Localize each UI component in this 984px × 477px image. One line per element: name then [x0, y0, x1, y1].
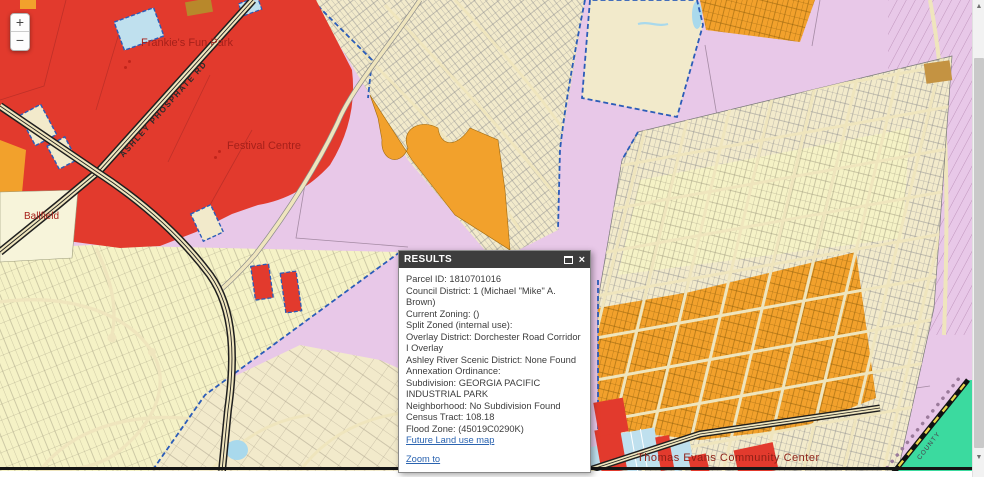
future-land-use-link[interactable]: Future Land use map [406, 435, 583, 447]
scrollbar-down-icon[interactable]: ▼ [973, 452, 984, 464]
field-ashley-river-scenic: Ashley River Scenic District: None Found [406, 355, 583, 367]
zoom-to-link[interactable]: Zoom to [406, 454, 583, 466]
maximize-icon[interactable] [564, 256, 573, 264]
field-flood-zone: Flood Zone: (45019C0290K) [406, 424, 583, 436]
field-current-zoning: Current Zoning: () [406, 309, 583, 321]
field-split-zoned: Split Zoned (internal use): [406, 320, 583, 332]
poi-marker [124, 66, 127, 69]
popup-window-icons: × [564, 255, 585, 265]
results-popup-titlebar[interactable]: RESULTS × [399, 251, 590, 268]
poi-marker [214, 156, 217, 159]
field-annexation-ordinance: Annexation Ordinance: [406, 366, 583, 378]
map-viewport: Frankie's Fun Park Festival Centre Ballf… [0, 0, 984, 477]
field-overlay-district: Overlay District: Dorchester Road Corrid… [406, 332, 583, 355]
vertical-scrollbar[interactable]: ▲ ▼ [972, 0, 984, 477]
scrollbar-thumb[interactable] [974, 58, 984, 448]
field-census-tract: Census Tract: 108.18 [406, 412, 583, 424]
gold-parcel [924, 60, 953, 83]
field-subdivision: Subdivision: GEORGIA PACIFIC INDUSTRIAL … [406, 378, 583, 401]
poi-marker [218, 150, 221, 153]
results-popup-title: RESULTS [404, 254, 564, 265]
field-neighborhood: Neighborhood: No Subdivision Found [406, 401, 583, 413]
scrollbar-up-icon[interactable]: ▲ [973, 1, 984, 13]
close-icon[interactable]: × [579, 255, 585, 265]
results-popup: RESULTS × Parcel ID: 1810701016 Council … [398, 250, 591, 473]
zoom-control: + − [10, 13, 30, 51]
field-council-district: Council District: 1 (Michael "Mike" A. B… [406, 286, 583, 309]
zoom-out-button[interactable]: − [11, 32, 29, 50]
results-popup-body: Parcel ID: 1810701016 Council District: … [399, 268, 590, 472]
field-parcel-id: Parcel ID: 1810701016 [406, 274, 583, 286]
poi-marker [128, 60, 131, 63]
pond [226, 440, 248, 460]
zoom-in-button[interactable]: + [11, 14, 29, 32]
